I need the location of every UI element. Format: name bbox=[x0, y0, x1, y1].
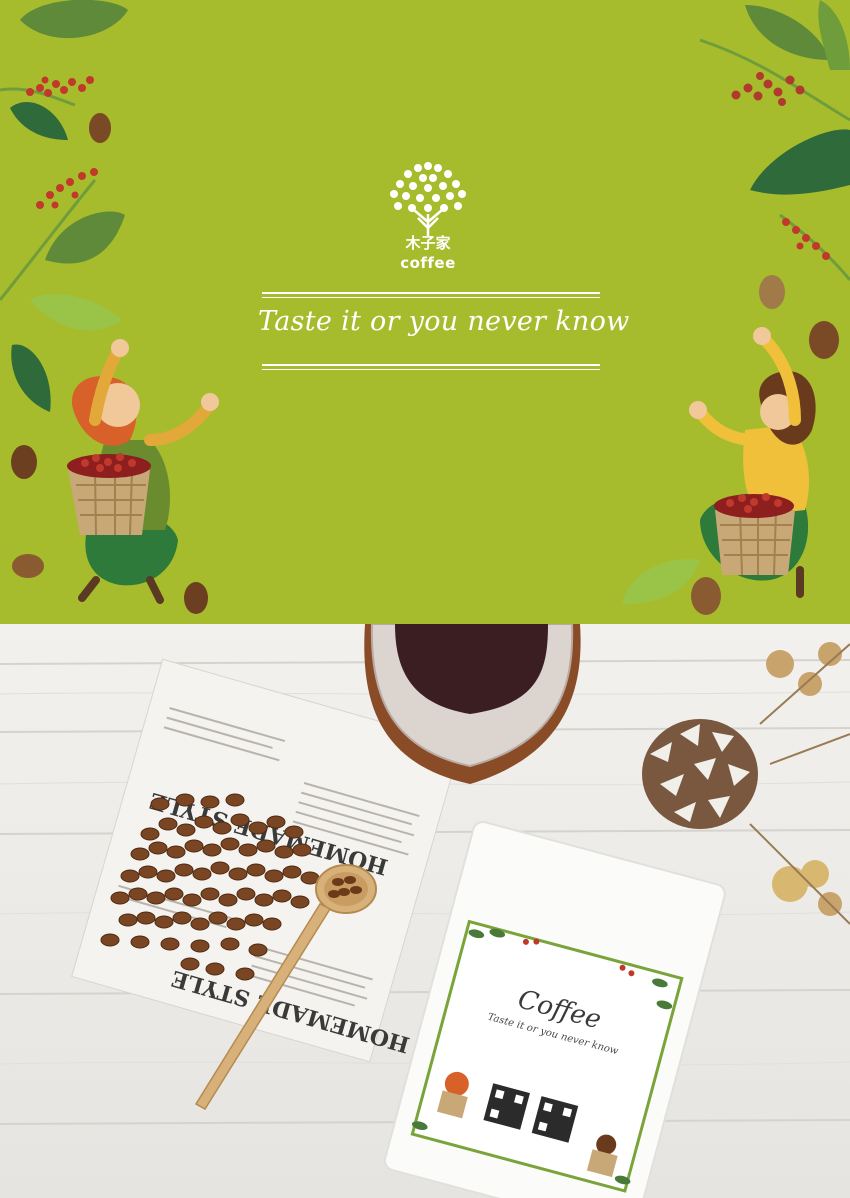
coffee-bean-icon bbox=[12, 554, 44, 578]
coffee-bean-icon bbox=[691, 577, 721, 615]
coffee-bean-icon bbox=[809, 321, 839, 359]
coffee-cherries-icon bbox=[782, 218, 830, 260]
svg-text:木子家: 木子家 bbox=[404, 234, 450, 252]
leaf-icon bbox=[10, 102, 68, 140]
coffee-picker-left-illustration bbox=[67, 339, 219, 604]
leaf-icon bbox=[11, 344, 51, 412]
coffee-bean-icon bbox=[11, 445, 37, 479]
product-photo: HOMEMADE STYLE HOMEMADE STYLE Coffee Tas… bbox=[0, 624, 850, 1198]
coffee-bean-icon bbox=[89, 113, 111, 143]
tagline: Taste it or you never know bbox=[258, 306, 630, 337]
green-banner: 木子家 coffee Taste it or you never know bbox=[0, 0, 850, 624]
divider-rule bbox=[262, 369, 600, 370]
coffee-cherries-icon bbox=[26, 76, 94, 97]
divider-rule bbox=[262, 297, 600, 298]
product-photo-scene: HOMEMADE STYLE HOMEMADE STYLE Coffee Tas… bbox=[0, 624, 850, 1198]
brand-word: coffee bbox=[400, 254, 456, 272]
poster: 木子家 coffee Taste it or you never know HO… bbox=[0, 0, 850, 1198]
coffee-bean-icon bbox=[184, 582, 208, 614]
leaf-icon bbox=[30, 293, 122, 331]
coffee-bean-icon bbox=[759, 275, 785, 309]
leaf-icon bbox=[622, 559, 700, 605]
divider-rule bbox=[262, 364, 600, 366]
leaf-icon bbox=[750, 129, 850, 195]
pine-cone bbox=[642, 719, 758, 829]
coffee-cherries-icon bbox=[731, 72, 805, 106]
leaf-icon bbox=[20, 0, 128, 39]
divider-rule bbox=[262, 292, 600, 294]
leaf-icon bbox=[745, 5, 830, 60]
coffee-picker-right-illustration bbox=[689, 327, 816, 598]
leaf-icon bbox=[45, 211, 125, 264]
